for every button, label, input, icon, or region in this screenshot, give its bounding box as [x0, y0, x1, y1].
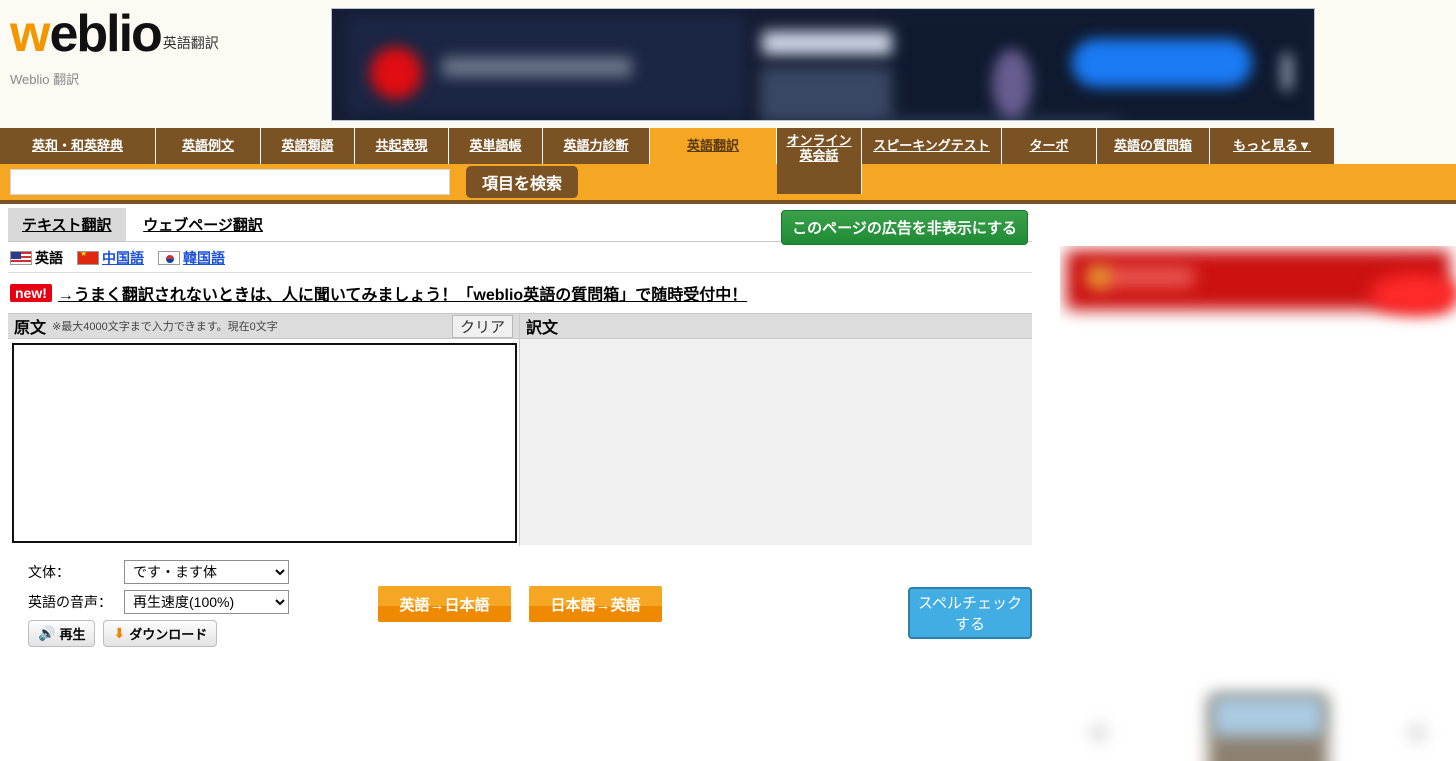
nav-item-9[interactable]: ターボ [1002, 128, 1097, 164]
nav-item-8[interactable]: スピーキングテスト [862, 128, 1002, 164]
nav-item-label: 英語力診断 [563, 137, 629, 153]
nav-item-2[interactable]: 英語類語 [261, 128, 355, 164]
nav-item-label: 英語翻訳 [686, 137, 739, 153]
logo-superscript: 英語翻訳 [162, 35, 219, 52]
nav-item-label: オンライン英会話 [786, 133, 852, 163]
logo-w-letter: w [10, 5, 50, 63]
target-pane-title: 訳文 [526, 320, 559, 337]
nav-item-5[interactable]: 英語力診断 [543, 128, 650, 164]
search-bar: 項目を検索 [0, 164, 1456, 204]
target-pane: 訳文 [519, 313, 1032, 546]
style-row: 文体： です・ます体 [28, 560, 1032, 584]
nav-item-11[interactable]: もっと見る▼ [1210, 128, 1335, 164]
ad-figure-glow [992, 49, 1032, 119]
nav-item-0[interactable]: 英和・和英辞典 [0, 128, 156, 164]
nav-item-label: もっと見る▼ [1233, 137, 1311, 153]
global-navigation: 英和・和英辞典 英語例文 英語類語 共起表現 英単語帳 英語力診断 英語翻訳 オ… [0, 128, 1456, 194]
ad-left-text-block [442, 57, 632, 77]
source-textarea[interactable] [12, 343, 517, 543]
translation-mode-tabs: テキスト翻訳 ウェブページ翻訳 このページの広告を非表示にする [8, 208, 1032, 245]
lang-option-chinese[interactable]: 中国語 [77, 248, 144, 268]
cn-flag-icon [77, 251, 99, 265]
audio-buttons: 🔊 再生 ⬇ ダウンロード [28, 620, 1032, 647]
new-badge: new! [10, 284, 52, 302]
spellcheck-button[interactable]: スペルチェックする [908, 587, 1032, 639]
speaker-icon: 🔊 [38, 625, 56, 641]
source-pane-header: 原文 ※最大4000文字まで入力できます。現在0文字 クリア [8, 313, 519, 339]
sidebar-advertisement[interactable] [1060, 246, 1456, 761]
voice-speed-select[interactable]: 再生速度(100%) [124, 590, 289, 614]
nav-item-label: 英単語帳 [469, 137, 522, 153]
voice-label: 英語の音声： [28, 594, 112, 610]
nav-item-3[interactable]: 共起表現 [355, 128, 449, 164]
source-pane: 原文 ※最大4000文字まで入力できます。現在0文字 クリア [8, 313, 519, 546]
nav-item-label: ターボ [1029, 137, 1069, 153]
download-label: ダウンロード [129, 627, 208, 642]
translation-panes: 原文 ※最大4000文字まで入力できます。現在0文字 クリア 訳文 [8, 313, 1032, 546]
play-button[interactable]: 🔊 再生 [28, 620, 96, 647]
target-output-area[interactable] [520, 339, 1032, 545]
source-char-note: ※最大4000文字まで入力できます。現在0文字 [52, 321, 278, 333]
tab-text-translation[interactable]: テキスト翻訳 [8, 208, 126, 241]
lang-label[interactable]: 韓国語 [183, 248, 225, 268]
news-link[interactable]: →うまく翻訳されないときは、人に聞いてみましょう！「weblio英語の質問箱」で… [58, 281, 747, 305]
download-button[interactable]: ⬇ ダウンロード [103, 620, 218, 647]
banner-advertisement[interactable] [331, 8, 1315, 121]
nav-item-label: 英語類語 [281, 137, 334, 153]
lang-label[interactable]: 中国語 [102, 248, 144, 268]
ad-cta-button[interactable] [1072, 39, 1252, 87]
nav-item-6-active[interactable]: 英語翻訳 [650, 128, 777, 164]
logo-text: eblio [49, 5, 162, 63]
clear-button[interactable]: クリア [451, 314, 513, 338]
lang-option-korean[interactable]: 韓国語 [158, 248, 225, 268]
news-banner: new! →うまく翻訳されないときは、人に聞いてみましょう！「weblio英語の… [8, 273, 1032, 311]
nav-item-label: スピーキングテスト [873, 137, 990, 153]
ad-right-accent [1282, 54, 1292, 90]
source-pane-title: 原文 [14, 320, 47, 337]
lang-label: 英語 [35, 250, 63, 266]
kr-flag-icon [158, 251, 180, 265]
nav-item-4[interactable]: 英単語帳 [449, 128, 543, 164]
ad-red-circle [370, 47, 422, 99]
search-button[interactable]: 項目を検索 [466, 166, 579, 198]
hide-ads-button[interactable]: このページの広告を非表示にする [781, 210, 1028, 245]
translate-buttons: 英語→日本語 日本語→英語 [378, 586, 662, 622]
lang-option-english[interactable]: 英語 [10, 248, 63, 268]
translate-en-to-ja-button[interactable]: 英語→日本語 [378, 586, 511, 622]
nav-item-label: 英語例文 [181, 137, 234, 153]
nav-item-7[interactable]: オンライン英会話 [777, 128, 862, 194]
translation-controls: 文体： です・ます体 英語の音声： 再生速度(100%) 🔊 再生 ⬇ ダウンロ… [8, 560, 1032, 650]
style-label: 文体： [28, 564, 70, 580]
site-logo[interactable]: w eblio 英語翻訳 Weblio 翻訳 [10, 5, 330, 88]
nav-item-1[interactable]: 英語例文 [156, 128, 261, 164]
language-selector: 英語 中国語 韓国語 [8, 242, 1032, 273]
nav-item-label: 共起表現 [375, 137, 428, 153]
nav-item-label: 英和・和英辞典 [31, 137, 123, 153]
search-input[interactable] [10, 169, 450, 195]
translate-ja-to-en-button[interactable]: 日本語→英語 [529, 586, 662, 622]
page-header: w eblio 英語翻訳 Weblio 翻訳 [0, 0, 1456, 128]
download-icon: ⬇ [113, 625, 126, 641]
sidebar-ad-thumbnail-sky [1212, 696, 1324, 736]
us-flag-icon [10, 251, 32, 265]
sidebar-ad-next-arrow-icon[interactable] [1408, 724, 1426, 742]
sidebar-ad-glow [1370, 274, 1456, 314]
nav-item-label: 英語の質問箱 [1113, 137, 1192, 153]
sidebar-ad-logo-dot [1088, 266, 1110, 288]
target-pane-header: 訳文 [520, 313, 1032, 339]
style-select[interactable]: です・ます体 [124, 560, 289, 584]
tab-webpage-translation[interactable]: ウェブページ翻訳 [129, 208, 277, 241]
site-tagline: Weblio 翻訳 [10, 72, 80, 88]
main-content: テキスト翻訳 ウェブページ翻訳 このページの広告を非表示にする 英語 中国語 韓… [0, 208, 1040, 650]
nav-item-10[interactable]: 英語の質問箱 [1097, 128, 1210, 164]
play-label: 再生 [59, 627, 86, 642]
sidebar-ad-prev-arrow-icon[interactable] [1090, 724, 1108, 742]
